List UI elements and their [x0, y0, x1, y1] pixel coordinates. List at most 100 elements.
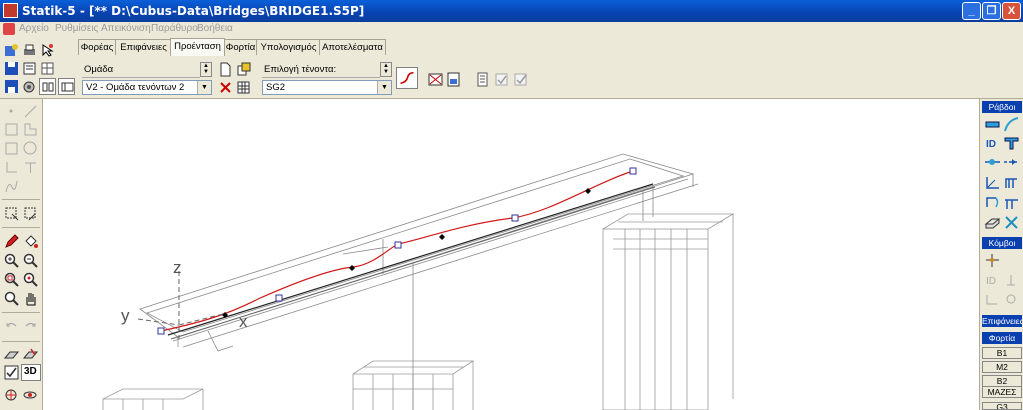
group-select[interactable]: V2 - Ομάδα τενόντων 2 ▼: [82, 80, 212, 95]
new-file-icon[interactable]: [3, 42, 20, 59]
chevron-down-icon[interactable]: ▼: [377, 81, 391, 94]
checkbox-view-icon[interactable]: [3, 364, 20, 381]
control-point[interactable]: [275, 294, 283, 302]
rod-axes-icon[interactable]: [984, 174, 1001, 191]
control-point[interactable]: [157, 327, 165, 335]
undo-icon[interactable]: [3, 318, 20, 335]
tab-calculation[interactable]: Υπολογισμός: [256, 39, 321, 55]
redo-icon[interactable]: [22, 318, 39, 335]
node-spring-icon[interactable]: [1003, 291, 1020, 308]
rod-frame-icon[interactable]: [1003, 194, 1020, 211]
rod-rotate-icon[interactable]: [984, 194, 1001, 211]
check-icon[interactable]: [493, 71, 510, 88]
plane-edit-icon[interactable]: [22, 346, 39, 363]
chevron-down-icon[interactable]: ▼: [197, 81, 211, 94]
app-icon[interactable]: [3, 3, 18, 18]
tendon-select[interactable]: SG2 ▼: [262, 80, 392, 95]
orbit-view-icon[interactable]: [22, 387, 39, 404]
delete-icon[interactable]: [217, 79, 234, 96]
paint-bucket-icon[interactable]: [22, 233, 39, 250]
rod-3d-icon[interactable]: [984, 214, 1001, 231]
text-tool-icon[interactable]: [22, 159, 39, 176]
tendon-curve[interactable]: [160, 170, 634, 332]
restore-button[interactable]: ❐: [982, 2, 1001, 20]
tab-structure[interactable]: Φορέας: [78, 39, 116, 55]
pencil-icon[interactable]: [3, 233, 20, 250]
nodes-header[interactable]: Κόμβοι: [982, 237, 1022, 249]
load-case-m2[interactable]: M2: [982, 361, 1022, 373]
rectangle-icon[interactable]: [3, 121, 20, 138]
tendon-save-icon[interactable]: [445, 71, 462, 88]
print-preview-icon[interactable]: [21, 60, 38, 77]
new-group-icon[interactable]: [217, 61, 234, 78]
rods-header[interactable]: Ράβδοι: [982, 101, 1022, 113]
tab-loads[interactable]: Φορτία: [223, 39, 258, 55]
pan-hand-icon[interactable]: [22, 290, 39, 307]
rod-section-icon[interactable]: [1003, 135, 1020, 152]
rod-icon[interactable]: [984, 116, 1001, 133]
minimize-button[interactable]: _: [962, 2, 981, 20]
curved-rod-icon[interactable]: [1003, 116, 1020, 133]
group-spinner[interactable]: ▲ ▼: [200, 62, 212, 77]
zoom-previous-icon[interactable]: [3, 290, 20, 307]
zoom-in-icon[interactable]: [3, 252, 20, 269]
line-icon[interactable]: [22, 103, 39, 120]
section-l-icon[interactable]: [3, 159, 20, 176]
menu-settings[interactable]: Ρυθμίσεις: [55, 23, 98, 34]
select-window-icon[interactable]: [3, 205, 20, 222]
tendon-node[interactable]: [439, 234, 445, 240]
node-support-icon[interactable]: [1003, 272, 1020, 289]
tab-surfaces[interactable]: Επιφάνειες: [115, 39, 172, 55]
control-point[interactable]: [511, 214, 519, 222]
print-icon[interactable]: [21, 42, 38, 59]
node-axes-icon[interactable]: [984, 291, 1001, 308]
tendon-geometry-icon[interactable]: [396, 67, 418, 89]
document-icon[interactable]: [3, 23, 15, 35]
load-case-masses[interactable]: ΜΑΖΕΣ: [982, 386, 1022, 398]
view-3d-button[interactable]: 3D: [21, 364, 41, 381]
curve-icon[interactable]: [3, 178, 20, 195]
load-case-g3[interactable]: G3: [982, 402, 1022, 410]
tendon-node[interactable]: [349, 265, 355, 271]
menu-help[interactable]: Βοήθεια: [197, 23, 233, 34]
save-icon[interactable]: [3, 60, 20, 77]
zoom-out-icon[interactable]: [22, 252, 39, 269]
node-icon[interactable]: [984, 252, 1001, 269]
tendon-list-icon[interactable]: [427, 71, 444, 88]
zoom-window-icon[interactable]: [3, 271, 20, 288]
save-as-icon[interactable]: [3, 78, 20, 95]
control-point[interactable]: [394, 241, 402, 249]
rod-support-icon[interactable]: [1003, 174, 1020, 191]
rod-hinge-icon[interactable]: [984, 154, 1001, 171]
tab-prestress[interactable]: Προένταση: [170, 38, 225, 56]
rod-release-icon[interactable]: [1003, 154, 1020, 171]
table-icon[interactable]: [235, 79, 252, 96]
close-button[interactable]: X: [1002, 2, 1021, 20]
node-id-icon[interactable]: ID: [984, 272, 1001, 289]
copy-group-icon[interactable]: [235, 61, 252, 78]
menu-view[interactable]: Απεικόνιση: [101, 23, 151, 34]
pointer-icon[interactable]: [39, 42, 56, 59]
load-case-b1[interactable]: B1: [982, 347, 1022, 359]
deselect-window-icon[interactable]: [22, 205, 39, 222]
surfaces-header[interactable]: Επιφάνειες: [982, 315, 1022, 327]
menu-file[interactable]: Αρχείο: [19, 23, 49, 34]
tab-results[interactable]: Αποτελέσματα: [319, 39, 386, 55]
plane-icon[interactable]: [3, 346, 20, 363]
tendon-spinner[interactable]: ▲ ▼: [380, 62, 392, 77]
display-mode-icon[interactable]: [58, 78, 75, 95]
zoom-all-icon[interactable]: [22, 271, 39, 288]
menu-window[interactable]: Παράθυρο: [151, 23, 198, 34]
square-icon[interactable]: [3, 140, 20, 157]
control-point[interactable]: [629, 167, 637, 175]
grid-window-icon[interactable]: [39, 60, 56, 77]
layers-icon[interactable]: [21, 78, 38, 95]
sections-icon[interactable]: [39, 78, 56, 95]
rod-delete-icon[interactable]: [1003, 214, 1020, 231]
rod-id-icon[interactable]: ID: [984, 135, 1001, 152]
polygon-icon[interactable]: [22, 121, 39, 138]
check-edit-icon[interactable]: [512, 71, 529, 88]
point-icon[interactable]: [3, 103, 20, 120]
rotate-view-icon[interactable]: [3, 387, 20, 404]
report-icon[interactable]: [474, 71, 491, 88]
